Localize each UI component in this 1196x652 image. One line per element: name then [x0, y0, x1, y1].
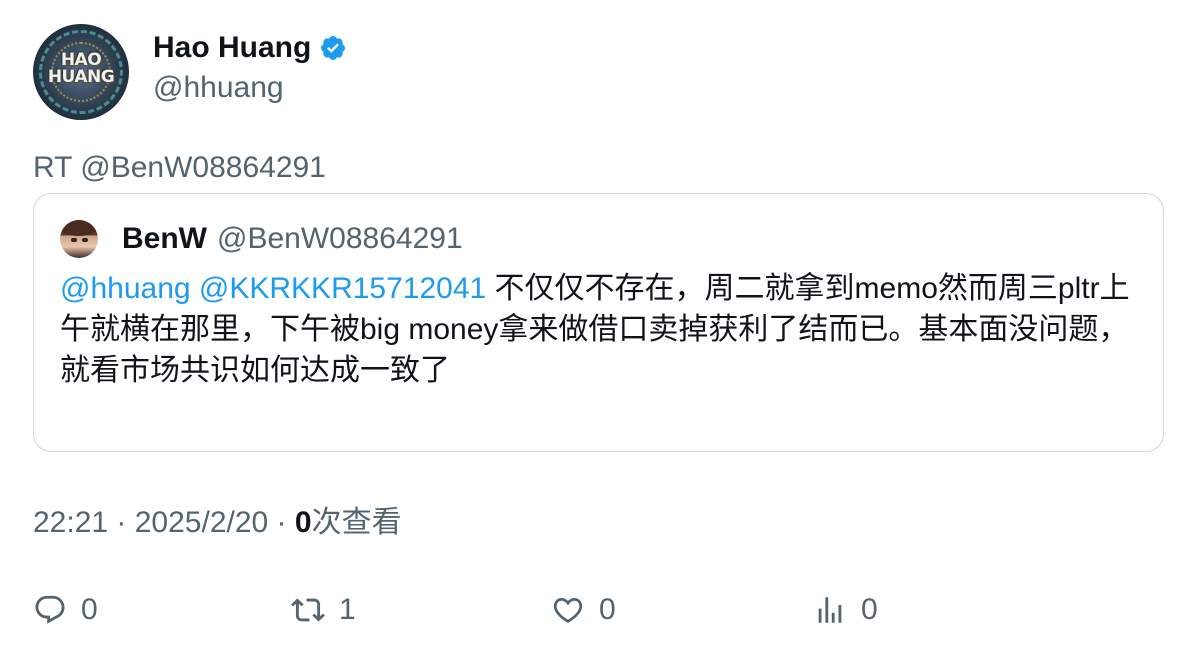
tweet-date[interactable]: 2025/2/20	[135, 506, 268, 539]
heart-icon	[553, 597, 583, 623]
meta-separator: ·	[268, 506, 295, 539]
tweet-header: HAO HUANG Hao Huang @hhuang	[33, 24, 347, 120]
display-name-row: Hao Huang	[153, 30, 347, 66]
tweet-time[interactable]: 22:21	[33, 506, 108, 539]
tweet-meta: 22:21 · 2025/2/20 · 0次查看	[33, 505, 402, 541]
action-bar: 0 1 0 0	[33, 590, 1133, 630]
views-count: 0	[294, 506, 312, 539]
quoted-tweet-header: BenW @BenW08864291	[60, 220, 463, 258]
quoted-author-display-name[interactable]: BenW	[122, 221, 207, 257]
quoted-tweet-text: @hhuang @KKRKKR15712041 不仅仅不存在，周二就拿到memo…	[60, 268, 1140, 391]
author-avatar[interactable]: HAO HUANG	[33, 24, 129, 120]
retweet-icon	[291, 598, 325, 622]
views-action-count: 0	[861, 593, 878, 626]
views-button[interactable]: 0	[813, 590, 878, 630]
reply-icon	[35, 595, 65, 624]
views-label: 次查看	[311, 506, 402, 539]
retweet-text: RT @BenW08864291	[33, 151, 326, 184]
avatar-logo-text: HAO HUANG	[47, 50, 115, 87]
author-handle[interactable]: @hhuang	[153, 68, 347, 108]
quoted-author-avatar[interactable]	[60, 220, 98, 258]
verified-badge-icon	[321, 36, 346, 60]
author-display-name[interactable]: Hao Huang	[153, 30, 311, 66]
quoted-tweet-card[interactable]: BenW @BenW08864291 @hhuang @KKRKKR157120…	[33, 193, 1164, 452]
analytics-icon	[818, 597, 842, 623]
mention-link[interactable]: @KKRKKR15712041	[199, 272, 486, 305]
retweet-count: 1	[339, 593, 356, 626]
quoted-author-handle[interactable]: @BenW08864291	[217, 221, 463, 257]
like-count: 0	[599, 593, 616, 626]
meta-separator: ·	[108, 506, 135, 539]
author-names: Hao Huang @hhuang	[153, 30, 347, 108]
like-button[interactable]: 0	[551, 590, 616, 630]
reply-count: 0	[81, 593, 98, 626]
retweet-button[interactable]: 1	[291, 590, 356, 630]
mention-link[interactable]: @hhuang	[60, 272, 191, 305]
reply-button[interactable]: 0	[33, 590, 98, 630]
